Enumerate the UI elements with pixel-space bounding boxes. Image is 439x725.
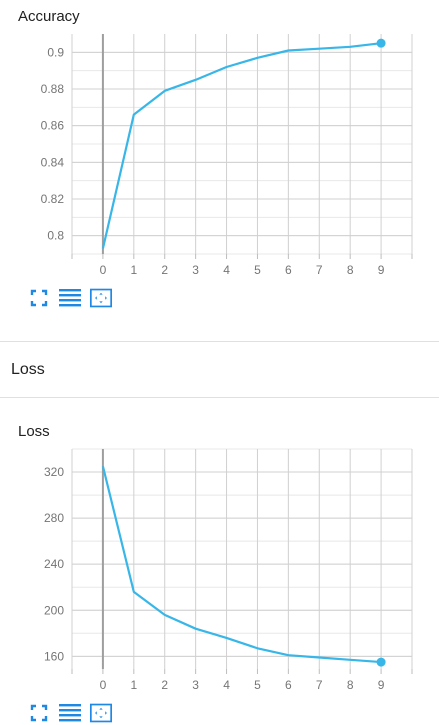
loss-y-tick-label: 280 xyxy=(44,511,64,525)
loss-x-tick-label: 7 xyxy=(316,678,323,692)
loss-chart-title: Loss xyxy=(18,423,50,440)
accuracy-x-tick-label: 9 xyxy=(378,263,385,277)
loss-x-tick-label: 9 xyxy=(378,678,385,692)
accuracy-x-tick-label: 4 xyxy=(223,263,230,277)
accuracy-x-tick-label: 3 xyxy=(192,263,199,277)
section-header-divider xyxy=(0,397,439,398)
accuracy-x-tick-label: 2 xyxy=(161,263,168,277)
loss-x-tick-label: 2 xyxy=(161,678,168,692)
loss-fullscreen-button[interactable] xyxy=(28,702,50,724)
accuracy-y-tick-label: 0.86 xyxy=(41,119,65,133)
accuracy-y-tick-label: 0.9 xyxy=(47,45,64,59)
fullscreen-icon xyxy=(30,289,48,307)
accuracy-fullscreen-button[interactable] xyxy=(28,287,50,309)
accuracy-last-point xyxy=(376,38,386,48)
loss-fit-domain-button[interactable] xyxy=(90,702,112,724)
accuracy-x-tick-label: 6 xyxy=(285,263,292,277)
loss-y-tick-label: 320 xyxy=(44,465,64,479)
toggle-lines-icon xyxy=(59,289,81,307)
accuracy-x-tick-label: 8 xyxy=(347,263,354,277)
accuracy-y-tick-label: 0.8 xyxy=(47,229,64,243)
loss-x-tick-label: 5 xyxy=(254,678,261,692)
loss-y-tick-label: 200 xyxy=(44,603,64,617)
loss-section-title[interactable]: Loss xyxy=(11,361,45,379)
accuracy-x-tick-label: 0 xyxy=(100,263,107,277)
fit-domain-icon xyxy=(90,703,112,723)
loss-x-tick-label: 4 xyxy=(223,678,230,692)
accuracy-y-tick-label: 0.84 xyxy=(41,155,65,169)
accuracy-y-tick-label: 0.82 xyxy=(41,192,65,206)
loss-y-tick-label: 240 xyxy=(44,557,64,571)
fit-domain-icon xyxy=(90,288,112,308)
accuracy-x-tick-label: 5 xyxy=(254,263,261,277)
loss-x-tick-label: 1 xyxy=(130,678,137,692)
accuracy-toggle-lines-button[interactable] xyxy=(59,287,81,309)
loss-y-tick-label: 160 xyxy=(44,649,64,663)
accuracy-chart-title: Accuracy xyxy=(18,8,80,25)
loss-last-point xyxy=(376,657,386,667)
fullscreen-icon xyxy=(30,704,48,722)
loss-x-tick-label: 3 xyxy=(192,678,199,692)
loss-x-tick-label: 6 xyxy=(285,678,292,692)
accuracy-chart: 0.8 0.82 0.84 0.86 0.88 0.9 0 1 2 3 4 5 6 7 8 9 xyxy=(41,34,413,277)
accuracy-fit-domain-button[interactable] xyxy=(90,287,112,309)
accuracy-toolbar xyxy=(28,287,121,309)
section-divider xyxy=(0,341,439,342)
loss-toggle-lines-button[interactable] xyxy=(59,702,81,724)
loss-x-tick-label: 8 xyxy=(347,678,354,692)
loss-toolbar xyxy=(28,702,121,724)
loss-x-tick-label: 0 xyxy=(100,678,107,692)
accuracy-x-tick-label: 7 xyxy=(316,263,323,277)
toggle-lines-icon xyxy=(59,704,81,722)
loss-chart: 160 200 240 280 320 0 1 2 3 4 5 6 7 8 9 xyxy=(44,448,413,692)
accuracy-y-tick-label: 0.88 xyxy=(41,82,65,96)
accuracy-x-tick-label: 1 xyxy=(130,263,137,277)
